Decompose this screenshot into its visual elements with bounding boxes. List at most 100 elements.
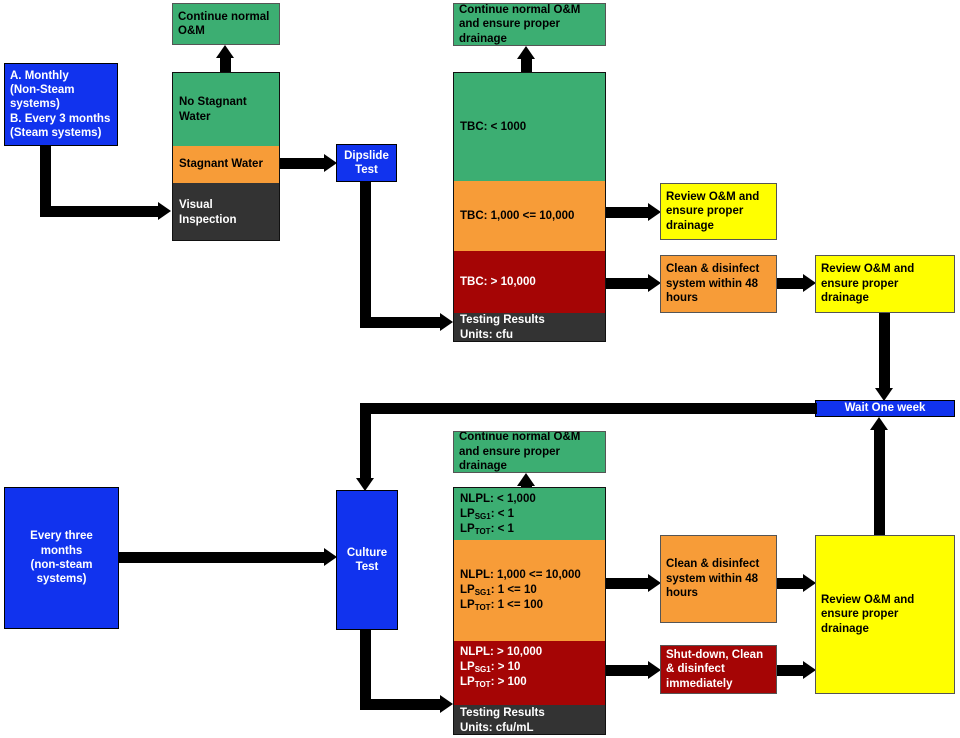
shutdown-clean-label: Shut-down, Clean & disinfect immediately bbox=[666, 648, 764, 690]
review-om-drainage-label-right: Review O&M and ensure proper drainage bbox=[821, 263, 915, 305]
arrow-head-dipslide-to-results bbox=[440, 313, 453, 331]
schedule-line-1: A. Monthly bbox=[10, 69, 69, 82]
sub-sg1-high: SG1 bbox=[474, 664, 491, 674]
culture-test-box[interactable]: Culture Test bbox=[336, 490, 398, 630]
arrow-wait-to-culture-horizontal bbox=[360, 403, 817, 414]
arrow-wait-to-culture-vertical bbox=[360, 403, 371, 478]
arrow-tbc-high-to-clean-bar bbox=[606, 278, 648, 289]
schedule-bottom-line-1: Every three months bbox=[30, 530, 93, 557]
clean-disinfect-label-bottom: Clean & disinfect system within 48 hours bbox=[666, 558, 760, 600]
tbc-low-label: TBC: < 1000 bbox=[460, 120, 527, 133]
stack-segment-stagnant-water[interactable]: Stagnant Water bbox=[173, 146, 279, 183]
review-om-drainage-box-bottom[interactable]: Review O&M and ensure proper drainage bbox=[815, 535, 955, 694]
stack-segment-tbc-low[interactable]: TBC: < 1000 bbox=[454, 73, 605, 181]
continue-normal-om-drainage-label-bottom: Continue normal O&M and ensure proper dr… bbox=[459, 431, 581, 473]
review-om-drainage-label-bottom: Review O&M and ensure proper drainage bbox=[821, 593, 915, 635]
clean-disinfect-box-top[interactable]: Clean & disinfect system within 48 hours bbox=[660, 255, 777, 313]
culture-results-line-2: Units: cfu/mL bbox=[460, 721, 534, 734]
dipslide-test-line-1: Dipslide bbox=[344, 149, 389, 162]
schedule-line-4: B. Every 3 months bbox=[10, 112, 111, 125]
tbc-results-line-1: Testing Results bbox=[460, 314, 545, 327]
culture-high-lp-sg1: LPSG1: > 10 bbox=[460, 660, 521, 674]
arrow-culture-high-to-shutdown-bar bbox=[606, 665, 648, 676]
stack-segment-tbc-mid[interactable]: TBC: 1,000 <= 10,000 bbox=[454, 181, 605, 251]
arrow-culture-to-results-vertical bbox=[360, 630, 371, 710]
arrow-head-schedule-to-visual bbox=[158, 202, 171, 220]
stack-segment-tbc-high[interactable]: TBC: > 10,000 bbox=[454, 251, 605, 313]
dipslide-test-line-2: Test bbox=[355, 164, 378, 176]
sub-sg1-low: SG1 bbox=[474, 511, 491, 521]
arrow-culture-to-results-horizontal bbox=[360, 699, 440, 710]
arrow-review-to-wait-bar bbox=[879, 313, 890, 388]
tbc-mid-label: TBC: 1,000 <= 10,000 bbox=[460, 209, 575, 222]
arrow-head-culture-low-to-continue bbox=[517, 473, 535, 486]
schedule-box-bottom[interactable]: Every three months (non-steam systems) bbox=[4, 487, 119, 629]
culture-high-nlpl: NLPL: > 10,000 bbox=[460, 646, 543, 658]
arrow-clean-to-review-bar-top bbox=[777, 278, 803, 289]
culture-mid-lp-sg1: LPSG1: 1 <= 10 bbox=[460, 584, 537, 598]
arrow-culture-mid-to-clean-bar bbox=[606, 578, 648, 589]
review-om-drainage-label-top: Review O&M and ensure proper drainage bbox=[666, 190, 760, 232]
schedule-line-2: (Non-Steam bbox=[10, 83, 75, 96]
arrow-review-bottom-to-wait-bar bbox=[874, 430, 885, 535]
sub-sg1-mid: SG1 bbox=[474, 588, 491, 598]
culture-low-lp-sg1: LPSG1: < 1 bbox=[460, 507, 515, 521]
continue-normal-om-box[interactable]: Continue normal O&M bbox=[172, 3, 280, 45]
schedule-bottom-line-2: (non-steam bbox=[30, 559, 93, 571]
stack-segment-visual-inspection[interactable]: Visual Inspection bbox=[173, 183, 279, 240]
shutdown-clean-box[interactable]: Shut-down, Clean & disinfect immediately bbox=[660, 645, 777, 694]
culture-test-line-1: Culture bbox=[346, 546, 388, 559]
arrow-schedule-to-visual-vertical bbox=[40, 146, 51, 212]
wait-one-week-label: Wait One week bbox=[844, 402, 926, 415]
clean-disinfect-box-bottom[interactable]: Clean & disinfect system within 48 hours bbox=[660, 535, 777, 623]
dipslide-test-box[interactable]: Dipslide Test bbox=[336, 144, 397, 182]
stack-segment-culture-high[interactable]: NLPL: > 10,000 LPSG1: > 10 LPTOT: > 100 bbox=[454, 641, 605, 705]
stack-segment-tbc-testing-results[interactable]: Testing Results Units: cfu bbox=[454, 313, 605, 341]
sub-tot-mid: TOT bbox=[474, 602, 491, 612]
stagnant-water-label: Stagnant Water bbox=[179, 158, 263, 171]
arrow-stagnant-to-dipslide-bar bbox=[280, 158, 324, 169]
no-stagnant-water-label: No Stagnant Water bbox=[179, 95, 247, 123]
review-om-drainage-box-top[interactable]: Review O&M and ensure proper drainage bbox=[660, 183, 777, 240]
stack-segment-culture-testing-results[interactable]: Testing Results Units: cfu/mL bbox=[454, 705, 605, 734]
schedule-line-3: systems) bbox=[10, 98, 60, 111]
culture-results-stack: NLPL: < 1,000 LPSG1: < 1 LPTOT: < 1 NLPL… bbox=[453, 487, 606, 735]
arrow-head-no-stagnant-to-continue bbox=[216, 45, 234, 58]
clean-disinfect-label-top: Clean & disinfect system within 48 hours bbox=[666, 263, 760, 305]
schedule-bottom-line-3: systems) bbox=[36, 573, 87, 586]
wait-one-week-box[interactable]: Wait One week bbox=[815, 400, 955, 417]
tbc-high-label: TBC: > 10,000 bbox=[460, 275, 536, 288]
arrow-clean-to-review-bar-bottom bbox=[777, 578, 803, 589]
culture-mid-lp-tot: LPTOT: 1 <= 100 bbox=[460, 598, 543, 612]
stack-segment-culture-low[interactable]: NLPL: < 1,000 LPSG1: < 1 LPTOT: < 1 bbox=[454, 488, 605, 540]
arrow-dipslide-to-results-horizontal bbox=[360, 317, 440, 328]
arrow-schedule-to-culture-bar bbox=[119, 552, 324, 563]
continue-normal-om-label: Continue normal O&M bbox=[178, 10, 270, 37]
visual-inspection-label: Visual Inspection bbox=[179, 198, 237, 226]
continue-normal-om-drainage-box-bottom[interactable]: Continue normal O&M and ensure proper dr… bbox=[453, 431, 606, 473]
stack-segment-culture-mid[interactable]: NLPL: 1,000 <= 10,000 LPSG1: 1 <= 10 LPT… bbox=[454, 540, 605, 641]
continue-normal-om-drainage-label-top: Continue normal O&M and ensure proper dr… bbox=[459, 3, 581, 45]
culture-mid-nlpl: NLPL: 1,000 <= 10,000 bbox=[460, 569, 581, 582]
culture-low-lp-tot: LPTOT: < 1 bbox=[460, 522, 514, 536]
culture-results-line-1: Testing Results bbox=[460, 706, 545, 719]
arrow-shutdown-to-review-bar bbox=[777, 665, 803, 676]
flowchart-canvas: A. Monthly (Non-Steam systems) B. Every … bbox=[0, 0, 960, 738]
arrow-head-culture-to-results bbox=[440, 695, 453, 713]
arrow-dipslide-to-results-vertical bbox=[360, 182, 371, 328]
stack-segment-no-stagnant-water[interactable]: No Stagnant Water bbox=[173, 73, 279, 146]
arrow-schedule-to-visual-horizontal bbox=[40, 206, 158, 217]
culture-low-nlpl: NLPL: < 1,000 bbox=[460, 493, 536, 505]
tbc-results-line-2: Units: cfu bbox=[460, 329, 514, 341]
arrow-head-tbc-low-to-continue bbox=[517, 46, 535, 59]
sub-tot-high: TOT bbox=[474, 679, 491, 689]
tbc-results-stack: TBC: < 1000 TBC: 1,000 <= 10,000 TBC: > … bbox=[453, 72, 606, 342]
visual-inspection-stack: No Stagnant Water Stagnant Water Visual … bbox=[172, 72, 280, 241]
sub-tot-low: TOT bbox=[474, 526, 491, 536]
review-om-drainage-box-right[interactable]: Review O&M and ensure proper drainage bbox=[815, 255, 955, 313]
schedule-box-top[interactable]: A. Monthly (Non-Steam systems) B. Every … bbox=[4, 63, 118, 146]
arrow-head-review-bottom-to-wait bbox=[870, 417, 888, 430]
continue-normal-om-drainage-box-top[interactable]: Continue normal O&M and ensure proper dr… bbox=[453, 3, 606, 46]
culture-high-lp-tot: LPTOT: > 100 bbox=[460, 675, 527, 689]
culture-test-line-2: Test bbox=[355, 561, 379, 573]
